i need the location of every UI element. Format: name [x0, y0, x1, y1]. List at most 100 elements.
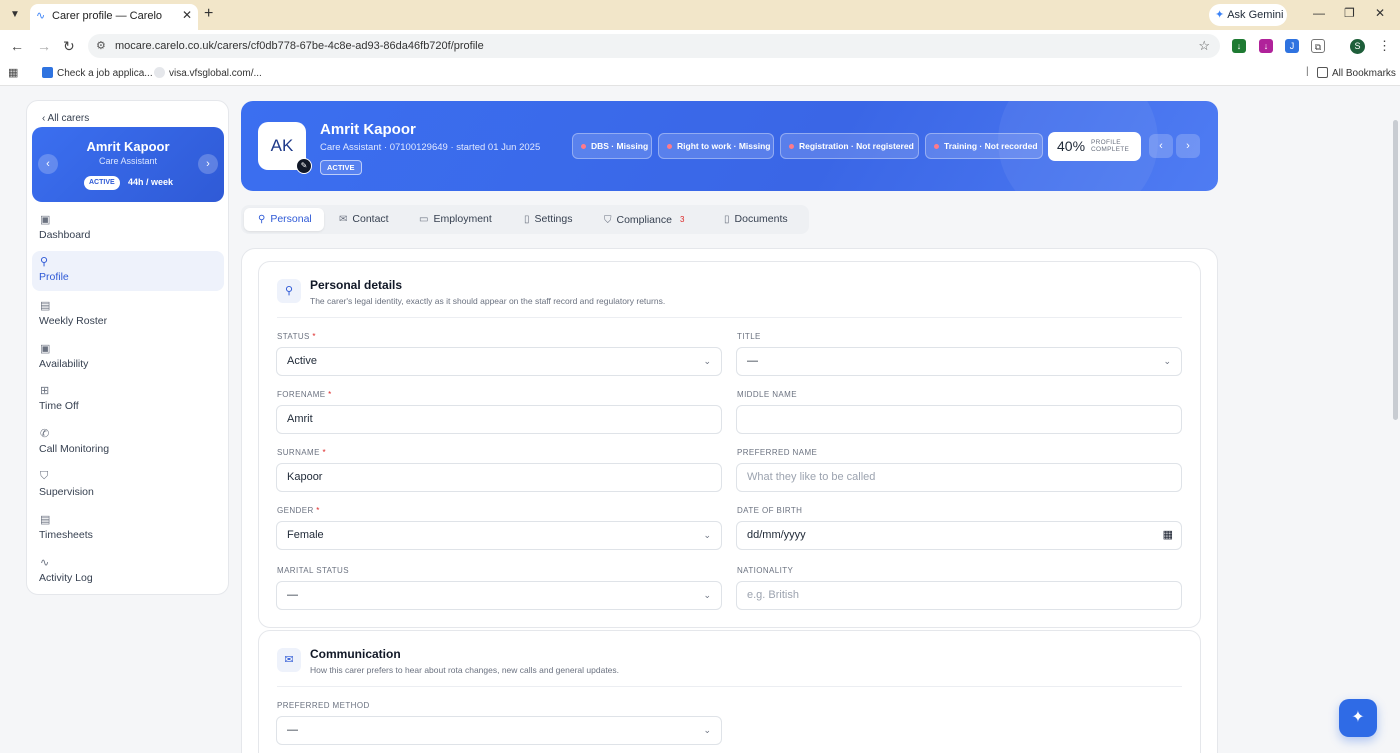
sidebar-carer-role: Care Assistant	[98, 156, 158, 166]
chevron-down-icon: ⌄	[703, 356, 711, 366]
preferred-method-label: PREFERRED METHOD	[277, 701, 370, 710]
tab-title: Carer profile — Carelo	[52, 10, 163, 22]
sidebar-item-label: Timesheets	[39, 529, 93, 541]
sidebar-item-time-off[interactable]: ⊞ Time Off	[32, 380, 224, 420]
bookmark-job-application[interactable]: Check a job applica...	[42, 67, 153, 79]
all-bookmarks-link[interactable]: All Bookmarks	[1317, 67, 1396, 79]
browser-tab[interactable]: ∿ Carer profile — Carelo ✕	[30, 4, 198, 30]
preferred-name-input[interactable]: What they like to be called	[736, 463, 1182, 492]
completion-label-line-2: COMPLETE	[1091, 146, 1130, 153]
tab-label: Compliance	[616, 214, 672, 226]
label-text: STATUS	[277, 332, 310, 341]
omnibox[interactable]: ⚙ mocare.carelo.co.uk/carers/cf0db778-67…	[88, 34, 1220, 58]
bookmark-vfsglobal[interactable]: visa.vfsglobal.com/...	[154, 67, 262, 79]
all-carers-link[interactable]: ‹ All carers	[42, 113, 89, 124]
forward-arrow-icon[interactable]: →	[37, 38, 51, 54]
reload-icon[interactable]: ↻	[63, 38, 75, 55]
gemini-sparkle-icon: ✦	[1215, 9, 1225, 21]
pill-label: DBS · Missing	[591, 141, 649, 151]
assistant-sparkle-button[interactable]: ✦	[1339, 699, 1377, 737]
apps-grid-icon[interactable]: ▦	[8, 66, 18, 79]
marital-status-label: MARITAL STATUS	[277, 566, 349, 575]
training-status-pill[interactable]: Training · Not recorded	[925, 133, 1043, 159]
page-scrollbar-thumb[interactable]	[1393, 120, 1398, 420]
status-label: STATUS *	[277, 332, 316, 341]
date-of-birth-input[interactable]: dd/mm/yyyy ▦	[736, 521, 1182, 550]
dbs-status-pill[interactable]: DBS · Missing	[572, 133, 652, 159]
tab-close-icon[interactable]: ✕	[182, 8, 192, 22]
all-bookmarks-label: All Bookmarks	[1332, 68, 1396, 79]
edit-avatar-pencil-icon[interactable]: ✎	[296, 158, 312, 174]
preferred-method-select[interactable]: — ⌄	[276, 716, 722, 745]
sidebar-item-call-monitoring[interactable]: ✆ Call Monitoring	[32, 423, 224, 463]
calendar-plus-icon: ⊞	[40, 385, 50, 397]
date-value: dd/mm/yyyy	[747, 529, 806, 541]
previous-carer-chevron-left-icon[interactable]: ‹	[38, 154, 58, 174]
tab-label: Personal	[270, 213, 312, 225]
nationality-label: NATIONALITY	[737, 566, 794, 575]
vfs-favicon-icon	[154, 67, 165, 78]
browser-menu-icon[interactable]: ⋮	[1378, 38, 1391, 54]
sidebar-item-timesheets[interactable]: ▤ Timesheets	[32, 509, 224, 549]
previous-chevron-left-icon[interactable]: ‹	[1149, 134, 1173, 158]
select-value: —	[747, 355, 758, 367]
sidebar-item-label: Weekly Roster	[39, 315, 108, 327]
tab-settings[interactable]: ▯ Settings	[516, 208, 586, 231]
tab-documents[interactable]: ▯ Documents	[716, 208, 801, 231]
url-text: mocare.carelo.co.uk/carers/cf0db778-67be…	[115, 40, 484, 52]
tab-contact[interactable]: ✉ Contact	[331, 208, 401, 231]
sidebar-item-availability[interactable]: ▣ Availability	[32, 338, 224, 378]
gender-select[interactable]: Female ⌄	[276, 521, 722, 550]
calendar-icon: ▣	[40, 214, 51, 226]
sidebar-item-activity-log[interactable]: ∿ Activity Log	[32, 552, 224, 592]
calendar-icon[interactable]: ▦	[1163, 522, 1173, 549]
calendar-check-icon: ▣	[40, 343, 51, 355]
back-arrow-icon[interactable]: ←	[10, 38, 24, 54]
middle-name-input[interactable]	[736, 405, 1182, 434]
shield-icon: ⛉	[40, 470, 49, 482]
sidebar-item-weekly-roster[interactable]: ▤ Weekly Roster	[32, 295, 224, 335]
browser-profile-avatar[interactable]: S	[1350, 39, 1365, 54]
tab-list-chevron-icon[interactable]: ▼	[6, 6, 24, 24]
bookmarks-separator: |	[1306, 66, 1309, 77]
sidebar-item-supervision[interactable]: ⛉ Supervision	[32, 466, 224, 506]
right-to-work-status-pill[interactable]: Right to work · Missing	[658, 133, 774, 159]
status-dot	[581, 144, 586, 149]
sidebar-item-profile[interactable]: ⚲ Profile	[32, 251, 224, 291]
user-icon: ⚲	[258, 214, 266, 225]
download-extension-icon[interactable]: ↓	[1232, 39, 1246, 53]
forename-input[interactable]: Amrit	[276, 405, 722, 434]
sidebar-item-label: Time Off	[39, 400, 79, 412]
tab-label: Documents	[734, 213, 788, 225]
nationality-input[interactable]: e.g. British	[736, 581, 1182, 610]
extension-blue-icon[interactable]: J	[1285, 39, 1299, 53]
window-close-icon[interactable]: ✕	[1375, 6, 1385, 20]
registration-status-pill[interactable]: Registration · Not registered	[780, 133, 919, 159]
title-label: TITLE	[737, 332, 761, 341]
bookmark-star-icon[interactable]: ☆	[1198, 38, 1210, 54]
sidebar-item-label: Activity Log	[39, 572, 93, 584]
new-tab-plus-icon[interactable]: +	[204, 5, 213, 23]
mail-icon: ✉	[277, 648, 301, 672]
restore-icon[interactable]: ❐	[1344, 6, 1355, 20]
next-carer-chevron-right-icon[interactable]: ›	[198, 154, 218, 174]
status-select[interactable]: Active ⌄	[276, 347, 722, 376]
site-settings-icon[interactable]: ⚙	[96, 39, 106, 52]
tab-compliance[interactable]: ⛉ Compliance 3	[596, 208, 706, 231]
minimize-icon[interactable]: —	[1313, 6, 1325, 20]
sidebar-item-dashboard[interactable]: ▣ Dashboard	[32, 209, 224, 249]
tab-employment[interactable]: ▭ Employment	[411, 208, 506, 231]
section-title: Personal details	[310, 278, 403, 292]
ask-gemini-button[interactable]: ✦ Ask Gemini	[1209, 4, 1287, 26]
marital-status-select[interactable]: — ⌄	[276, 581, 722, 610]
required-mark: *	[312, 332, 316, 341]
extensions-puzzle-icon[interactable]: ⧉	[1311, 39, 1325, 53]
surname-input[interactable]: Kapoor	[276, 463, 722, 492]
sidebar-item-label: Call Monitoring	[39, 443, 110, 455]
next-chevron-right-icon[interactable]: ›	[1176, 134, 1200, 158]
extension-purple-icon[interactable]: ↓	[1259, 39, 1273, 53]
bookmark-favicon-icon	[42, 67, 53, 78]
pill-label: Right to work · Missing	[677, 141, 771, 151]
title-select[interactable]: — ⌄	[736, 347, 1182, 376]
tab-personal[interactable]: ⚲ Personal	[244, 208, 324, 231]
